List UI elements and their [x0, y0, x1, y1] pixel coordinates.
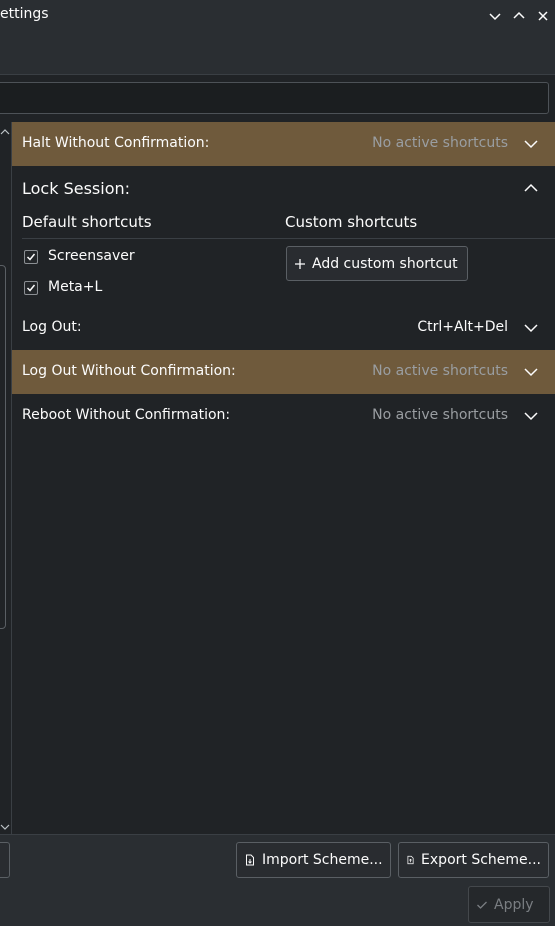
shortcut-label: Log Out Without Confirmation: [22, 363, 236, 379]
checkbox-label: Screensaver [48, 248, 135, 264]
expand-button[interactable] [523, 320, 539, 336]
shortcut-value: Ctrl+Alt+Del [417, 319, 508, 335]
window-title: ettings [0, 6, 49, 22]
divider [22, 238, 555, 239]
chevron-down-icon [524, 412, 538, 421]
expand-button[interactable] [523, 408, 539, 424]
checkmark-icon [26, 253, 36, 261]
chevron-down-icon [524, 368, 538, 377]
button-label: Add custom shortcut [312, 255, 458, 272]
custom-shortcuts-header: Custom shortcuts [285, 213, 418, 231]
button-label: Export Scheme... [421, 852, 541, 868]
import-scheme-button[interactable]: Import Scheme... [236, 842, 391, 878]
chevron-down-icon [524, 140, 538, 149]
shortcut-value: No active shortcuts [372, 363, 508, 379]
shortcut-row-halt[interactable]: Halt Without Confirmation: No active sho… [12, 122, 555, 166]
collapse-button[interactable] [523, 180, 539, 196]
shortcut-label: Reboot Without Confirmation: [22, 407, 231, 423]
partial-button[interactable] [0, 842, 10, 878]
document-import-icon [246, 854, 254, 866]
add-custom-shortcut-button[interactable]: Add custom shortcut [286, 246, 468, 281]
shortcut-label: Log Out: [22, 319, 82, 335]
checkmark-icon [477, 901, 487, 909]
plus-icon [295, 258, 305, 269]
header-band [0, 34, 555, 75]
checkbox[interactable] [24, 281, 38, 295]
close-button[interactable] [535, 8, 551, 24]
checkbox[interactable] [24, 250, 38, 264]
shortcut-row-logout[interactable]: Log Out: Ctrl+Alt+Del [12, 306, 555, 350]
shortcut-list: Halt Without Confirmation: No active sho… [12, 122, 555, 834]
shortcut-row-logout-no-confirm[interactable]: Log Out Without Confirmation: No active … [12, 350, 555, 394]
shortcut-row-reboot-no-confirm[interactable]: Reboot Without Confirmation: No active s… [12, 394, 555, 438]
category-scrollbar[interactable] [0, 265, 6, 629]
document-export-icon [407, 855, 414, 865]
minimize-button[interactable] [487, 8, 503, 24]
chevron-down-icon [489, 13, 501, 21]
scroll-up-icon[interactable] [0, 125, 10, 135]
search-input[interactable] [0, 82, 549, 114]
default-shortcuts-header: Default shortcuts [22, 213, 152, 231]
chevron-up-icon [513, 11, 525, 19]
button-label: Import Scheme... [262, 852, 383, 868]
button-label: Apply [494, 896, 534, 913]
close-icon [538, 11, 548, 21]
chevron-down-icon [524, 324, 538, 333]
shortcut-label: Halt Without Confirmation: [22, 135, 210, 151]
export-scheme-button[interactable]: Export Scheme... [398, 842, 549, 878]
chevron-up-icon [524, 183, 538, 192]
checkmark-icon [26, 284, 36, 292]
shortcut-label-lock-session: Lock Session: [22, 179, 131, 198]
shortcut-value: No active shortcuts [372, 135, 508, 151]
scroll-down-icon[interactable] [0, 820, 10, 830]
expand-button[interactable] [523, 136, 539, 152]
window-titlebar: ettings [0, 0, 555, 34]
checkbox-label: Meta+L [48, 279, 103, 295]
expand-button[interactable] [523, 364, 539, 380]
maximize-button[interactable] [511, 8, 527, 24]
footer-bar: Import Scheme... Export Scheme... Apply [0, 834, 555, 926]
apply-button[interactable]: Apply [468, 886, 550, 923]
shortcut-value: No active shortcuts [372, 407, 508, 423]
